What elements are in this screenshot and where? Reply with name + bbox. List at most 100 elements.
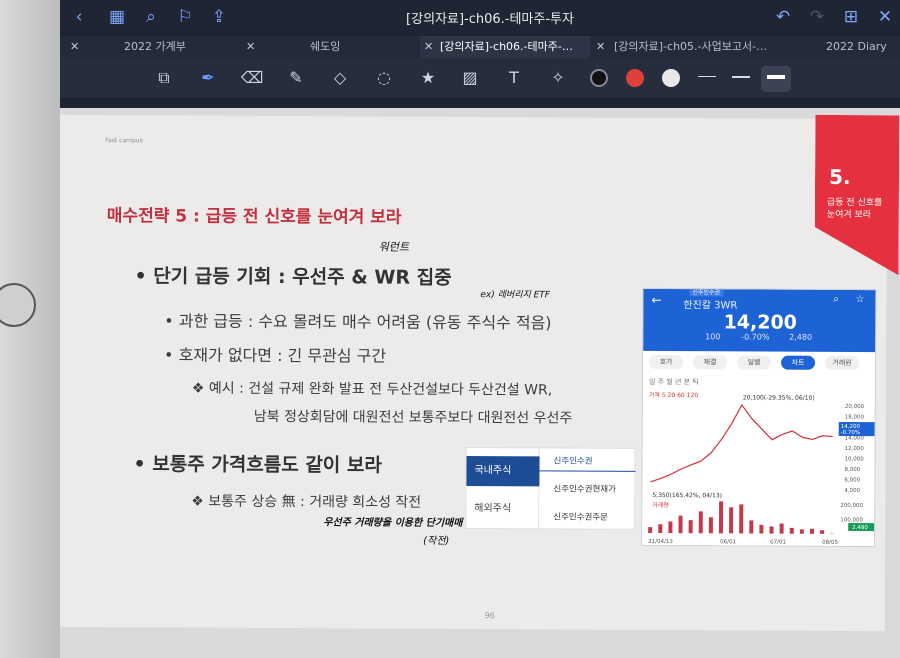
eraser-icon[interactable]: ⌫ <box>240 67 264 89</box>
tab-bar: ✕ 2022 가계부 ✕ 쉐도잉 ✕ [강의자료]-ch06.-테마주-… ✕ … <box>60 36 900 58</box>
bookmark-icon[interactable]: ⚐ <box>174 6 196 28</box>
y-tick-label: 4,000 <box>844 488 860 494</box>
pen-icon[interactable]: ✒ <box>196 67 220 89</box>
chart-periods[interactable]: 일 주 월 년 분 틱 <box>649 377 699 387</box>
price-line <box>650 403 833 483</box>
text-icon[interactable]: T <box>502 67 526 89</box>
volume-bar <box>688 520 693 534</box>
y-tick-label: 6,000 <box>844 477 860 483</box>
home-button[interactable] <box>0 283 36 327</box>
volume-bar <box>759 524 764 534</box>
price-change: 100 <box>705 332 721 342</box>
tab-ch06[interactable]: ✕ [강의자료]-ch06.-테마주-… <box>420 36 590 58</box>
volume-bar <box>658 524 663 534</box>
page-mode-icon[interactable]: ⧉ <box>152 67 176 89</box>
volume-tick-label: 100,000 <box>840 517 863 523</box>
handwritten-warrant: 워런트 <box>378 240 410 254</box>
color-black[interactable] <box>590 69 608 87</box>
stock-quote-panel: ← 신주인수권 한진칼 3WR ⌕ ☆ 14,200 100 -0.70% 2,… <box>641 287 877 548</box>
chart-legend: 가격 5 20 60 120 <box>649 391 698 399</box>
image-icon[interactable]: ▨ <box>458 67 482 89</box>
menu-warrant[interactable]: 신주인수권 <box>554 454 593 466</box>
undo-icon[interactable]: ↶ <box>772 6 794 28</box>
x-axis-ticks: 21/04/13 06/01 07/01 08/05 <box>648 539 838 546</box>
tab-close-icon[interactable]: ✕ <box>246 36 258 58</box>
volume-bar <box>769 526 774 534</box>
y-tick-label: 8,000 <box>844 467 860 473</box>
x-tick-label: 08/05 <box>822 540 838 546</box>
back-icon[interactable]: ‹ <box>68 6 90 28</box>
volume-bar <box>789 527 794 534</box>
handwritten-manipulation: (작전) <box>423 535 450 547</box>
top-toolbar: ‹ ▦ ⌕ ⚐ ⇪ [강의자료]-ch06.-테마주-투자 ↶ ↷ ⊞ ✕ <box>60 0 900 34</box>
stock-category-menu: 국내주식 해외주식 신주인수권 신주인수권현재가 신주인수권주문 <box>465 446 636 530</box>
tab-brokers[interactable]: 거래원 <box>825 355 860 371</box>
page-number: 96 <box>484 611 495 621</box>
bullet-no-news: • 호재가 없다면 : 긴 무관심 구간 <box>164 345 387 366</box>
laser-icon[interactable]: ✧ <box>546 67 570 89</box>
y-tick-label: 12,000 <box>845 446 865 452</box>
tab-chart[interactable]: 차트 <box>781 355 816 370</box>
trade-volume: 2,480 <box>789 332 813 342</box>
sticker-icon[interactable]: ★ <box>416 67 440 89</box>
color-red[interactable] <box>626 69 644 87</box>
menu-warrant-order[interactable]: 신주인수권주문 <box>553 510 608 522</box>
warrant-badge: 신주인수권 <box>689 287 724 297</box>
volume-bar <box>739 504 744 534</box>
handwritten-etf: ex) 레버리지 ETF <box>480 290 551 301</box>
search-icon[interactable]: ⌕ <box>833 294 839 305</box>
tab-daily[interactable]: 일별 <box>737 355 772 370</box>
current-price-tag-pct: -0.70% <box>841 430 860 436</box>
redo-icon[interactable]: ↷ <box>806 6 828 28</box>
bullet-short-term: • 단기 급등 기회 : 우선주 & WR 집중 <box>134 265 452 289</box>
tab-close-icon[interactable]: ✕ <box>70 36 82 58</box>
menu-overseas[interactable]: 해외주식 <box>466 494 540 524</box>
thick-stroke-selected[interactable] <box>761 66 791 92</box>
medium-stroke[interactable] <box>732 76 750 78</box>
highlighter-icon[interactable]: ✎ <box>284 67 308 89</box>
lecture-slide[interactable]: Fast campus 5. 급등 전 신호를 눈여겨 보라 매수전략 5 : … <box>60 114 887 632</box>
volume-bar <box>708 517 713 534</box>
favorite-icon[interactable]: ☆ <box>855 294 864 305</box>
stock-price: 14,200 <box>723 311 797 334</box>
tab-ch05[interactable]: ✕ [강의자료]-ch05.-사업보고서-… <box>596 36 766 58</box>
handwritten-trading-note: 우선주 거래량을 이용한 단기매매 <box>323 517 463 529</box>
share-icon[interactable]: ⇪ <box>208 6 230 28</box>
volume-bar <box>718 501 724 534</box>
app-screen: ‹ ▦ ⌕ ⚐ ⇪ [강의자료]-ch06.-테마주-투자 ↶ ↷ ⊞ ✕ ✕ … <box>60 0 900 658</box>
shape-icon[interactable]: ◇ <box>328 67 352 89</box>
add-page-icon[interactable]: ⊞ <box>840 6 862 28</box>
stock-tabs: 호가 체결 일별 차트 거래원 <box>643 354 876 372</box>
y-tick-label: 14,000 <box>845 435 865 441</box>
tab-diary[interactable]: 2022 Diary <box>800 36 900 58</box>
tab-close-icon[interactable]: ✕ <box>596 36 608 58</box>
volume-bar <box>678 515 683 534</box>
volume-bar <box>648 527 653 533</box>
x-tick-label: 07/01 <box>770 540 786 546</box>
tab-orderbook[interactable]: 호가 <box>649 354 684 370</box>
volume-bar <box>809 528 814 534</box>
thin-stroke[interactable] <box>698 76 716 77</box>
chart-low-label: 5,350(165.42%, 04/13) <box>652 492 722 499</box>
tab-close-icon[interactable]: ✕ <box>424 36 436 58</box>
document-title[interactable]: [강의자료]-ch06.-테마주-투자 <box>360 8 620 27</box>
x-tick-label: 06/01 <box>720 539 736 545</box>
color-white[interactable] <box>662 69 680 87</box>
volume-tag: 2,480 <box>852 525 868 531</box>
close-icon[interactable]: ✕ <box>874 6 896 28</box>
menu-warrant-price[interactable]: 신주인수권현재가 <box>553 482 616 494</box>
tab-shadowing[interactable]: ✕ 쉐도잉 <box>246 36 416 58</box>
slide-heading: 매수전략 5 : 급등 전 신호를 눈여겨 보라 <box>106 206 402 228</box>
grid-icon[interactable]: ▦ <box>106 6 128 28</box>
lasso-icon[interactable]: ◌ <box>372 67 396 89</box>
search-icon[interactable]: ⌕ <box>140 6 162 28</box>
tab-trades[interactable]: 체결 <box>693 355 728 370</box>
bullet-common-stock: • 보통주 가격흐름도 같이 보라 <box>133 453 382 477</box>
bullet-overheat: • 과한 급등 : 수요 몰려도 매수 어려움 (유동 주식수 적음) <box>164 311 552 333</box>
tab-budget[interactable]: ✕ 2022 가계부 <box>70 36 240 58</box>
menu-domestic[interactable]: 국내주식 <box>466 456 541 487</box>
y-axis-ticks: 20,00018,00016,00014,00012,00010,0008,00… <box>844 404 864 494</box>
stock-chart: 가격 5 20 60 120 20,100(-29.35%, 06/10) 5,… <box>648 391 875 546</box>
back-arrow-icon[interactable]: ← <box>651 293 661 307</box>
brand-logo: Fast campus <box>105 137 143 145</box>
